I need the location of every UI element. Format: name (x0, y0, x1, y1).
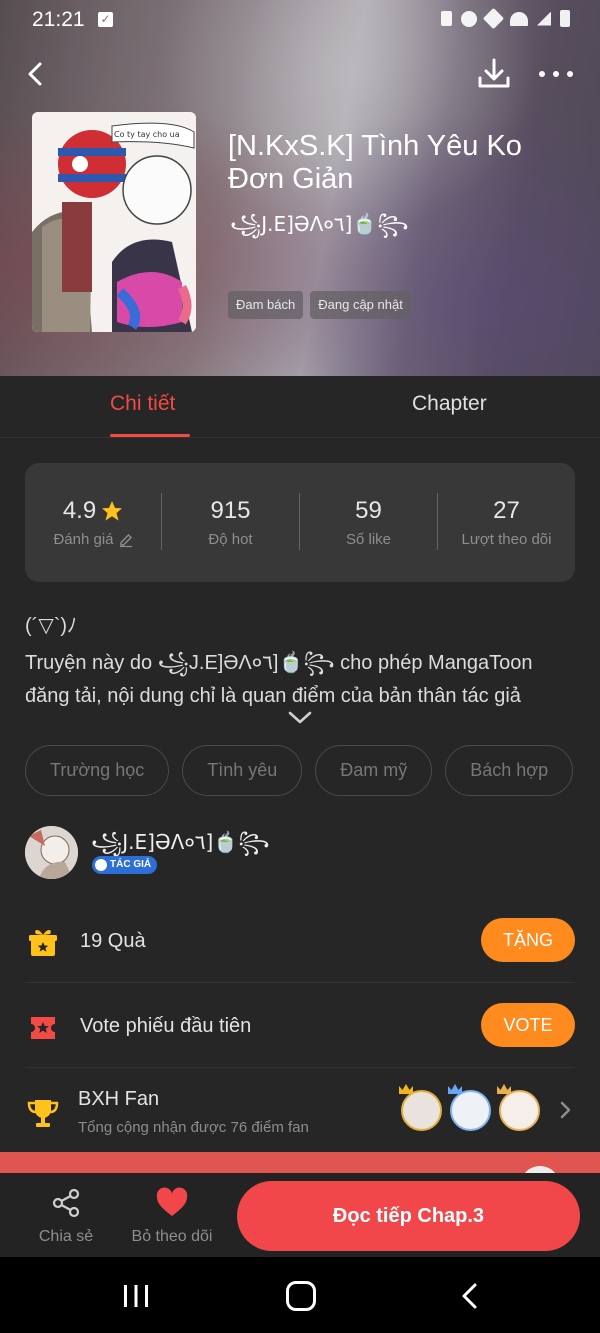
cover-caption: Co ty tay cho ua (114, 130, 180, 139)
mute-icon (482, 7, 505, 30)
genre-tags: Trường học Tình yêu Đam mỹ Bách hợp (25, 745, 574, 796)
edit-icon (119, 533, 132, 547)
screen: 21:21 ✓ Co ty tay cho ua [N.KxS.K] Tình … (0, 0, 600, 1333)
author-badge: TÁC GIẢ (92, 856, 158, 874)
fan-rank-subtitle: Tổng cộng nhận được 76 điểm fan (78, 1119, 309, 1136)
gift-button[interactable]: TẶNG (481, 918, 575, 962)
wifi-icon (510, 11, 528, 26)
badge-icon (95, 859, 107, 871)
cover-illustration: Co ty tay cho ua (32, 112, 196, 332)
rating-value: 4.9 (62, 497, 97, 524)
vote-button[interactable]: VOTE (481, 1003, 575, 1047)
unfollow-button[interactable]: Bỏ theo dõi (124, 1187, 220, 1251)
alarm-icon (461, 10, 477, 27)
stats-card: 4.9 Đánh giá 915 Độ hot 59 Số like 27 Lư… (25, 463, 575, 582)
rating-label: Đánh giá (53, 531, 114, 548)
gift-icon (29, 930, 57, 956)
likes-label: Số like (345, 531, 392, 548)
follows-label: Lượt theo dõi (461, 531, 552, 548)
header-author-name[interactable]: ꧁J.E]ƏΛ०٦]🍵꧂ (230, 210, 408, 250)
lock-icon (441, 11, 452, 26)
back-button[interactable] (18, 54, 58, 94)
likes-value: 59 (355, 497, 382, 524)
heart-icon (156, 1187, 188, 1216)
vote-label: Vote phiếu đầu tiên (80, 1015, 252, 1037)
stat-hot: 915 Độ hot (162, 497, 299, 548)
top-bar (0, 48, 600, 98)
description-line: Truyện này do ꧁J.E]ƏΛ०٦]🍵꧂ cho phép Mang… (25, 652, 533, 674)
row-divider (25, 982, 575, 983)
status-time: 21:21 (32, 8, 85, 31)
fan-rank-title: BXH Fan (78, 1088, 160, 1110)
tab-detail[interactable]: Chi tiết (110, 392, 175, 416)
more-icon (539, 71, 573, 77)
crown-icon (448, 1084, 462, 1094)
signal-icon (537, 11, 551, 26)
genre-tag[interactable]: Trường học (25, 745, 170, 796)
system-navigation-bar (0, 1257, 600, 1333)
notification-check-icon: ✓ (98, 12, 113, 27)
fan-avatar[interactable] (497, 1084, 540, 1131)
stat-follows: 27 Lượt theo dõi (438, 497, 575, 548)
continue-reading-button[interactable]: Đọc tiếp Chap.3 (237, 1181, 580, 1251)
chevron-right-icon (560, 1101, 571, 1119)
active-tab-indicator (110, 434, 190, 437)
stat-rating[interactable]: 4.9 Đánh giá (25, 497, 162, 548)
expand-description-button[interactable] (286, 706, 314, 728)
crown-icon (497, 1084, 511, 1094)
description-line: (´▽`)ﾉ (25, 615, 78, 637)
trophy-icon (27, 1100, 59, 1127)
share-label: Chia sẻ (38, 1228, 94, 1245)
hot-value: 915 (210, 497, 251, 524)
unfollow-label: Bỏ theo dõi (131, 1228, 213, 1245)
hot-label: Độ hot (208, 531, 253, 548)
recent-apps-icon[interactable] (120, 1283, 152, 1309)
comic-title: [N.KxS.K] Tình Yêu Ko Đơn Giản (228, 130, 522, 195)
vote-row: Vote phiếu đầu tiên VOTE (25, 1001, 575, 1053)
genre-tag[interactable]: Tình yêu (182, 745, 303, 796)
star-icon (102, 501, 123, 521)
home-icon[interactable] (286, 1281, 316, 1311)
stat-likes: 59 Số like (300, 497, 437, 548)
fan-avatar[interactable] (448, 1084, 491, 1131)
genre-tag[interactable]: Bách hợp (445, 745, 574, 796)
share-icon (52, 1188, 80, 1218)
fan-ranking-row[interactable]: BXH Fan Tổng cộng nhận được 76 điểm fan (25, 1082, 575, 1142)
battery-icon (560, 10, 570, 27)
author-row[interactable]: ꧁J.E]ƏΛ०٦]🍵꧂ TÁC GIẢ (25, 826, 575, 880)
bottom-action-bar: Chia sẻ Bỏ theo dõi Đọc tiếp Chap.3 (0, 1173, 600, 1257)
genre-tag[interactable]: Đam mỹ (315, 745, 433, 796)
top-fan-avatars (399, 1084, 540, 1131)
chevron-down-icon (288, 711, 312, 724)
author-avatar[interactable] (25, 826, 78, 879)
crown-icon (399, 1084, 413, 1094)
follows-value: 27 (493, 497, 520, 524)
nav-back-icon[interactable] (458, 1281, 482, 1311)
description-line: đăng tải, nội dung chỉ là quan điểm của … (25, 685, 521, 706)
tag-status: Đang cập nhật (310, 291, 411, 319)
status-icons (441, 7, 570, 30)
author-badge-label: TÁC GIẢ (110, 859, 152, 870)
download-icon (478, 58, 510, 88)
back-arrow-icon (28, 62, 42, 86)
gift-row: 19 Quà TẶNG (25, 916, 575, 968)
fan-avatar[interactable] (399, 1084, 442, 1131)
tag-genre: Đam bách (228, 291, 304, 319)
status-bar: 21:21 ✓ (0, 0, 600, 40)
row-divider (25, 1067, 575, 1068)
ticket-icon (31, 1017, 55, 1039)
tab-chapter[interactable]: Chapter (412, 392, 487, 416)
cover-image[interactable]: Co ty tay cho ua (32, 112, 196, 332)
more-options-button[interactable] (536, 54, 576, 94)
description-text: (´▽`)ﾉ Truyện này do ꧁J.E]ƏΛ०٦]🍵꧂ cho ph… (25, 608, 575, 706)
avatar-image (25, 826, 78, 879)
status-tags: Đam bách Đang cập nhật (228, 291, 411, 319)
tab-bar: Chi tiết Chapter (0, 376, 600, 438)
download-button[interactable] (474, 54, 514, 94)
gift-count: 19 Quà (80, 930, 146, 952)
share-button[interactable]: Chia sẻ (30, 1187, 102, 1251)
